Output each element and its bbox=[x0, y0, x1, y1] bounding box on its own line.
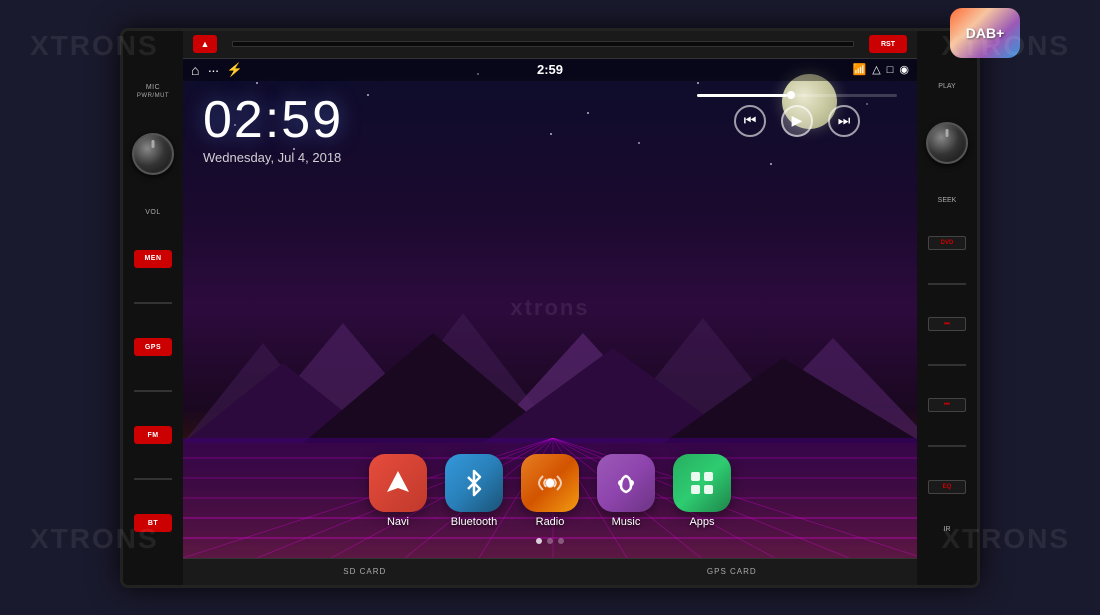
car-stereo-unit: ▲ RST MIC PWR/MUT VOL MEN GPS FM BT PLAY… bbox=[120, 28, 980, 588]
fast-forward-button[interactable]: ⏭ bbox=[828, 105, 860, 137]
ir-label: IR bbox=[944, 526, 951, 533]
screen-area: ⌂ ··· ⚡ 2:59 📶 △ □ ◉ 02:59 Wednesday, Ju… bbox=[183, 59, 917, 558]
divider bbox=[134, 302, 172, 304]
music-widget: ⏮ ▶ ⏭ bbox=[697, 94, 897, 137]
progress-bar bbox=[697, 94, 897, 97]
divider3 bbox=[134, 478, 172, 480]
eq-button[interactable]: EQ bbox=[928, 480, 966, 494]
navi-icon bbox=[369, 454, 427, 512]
wifi-icon: 📶 bbox=[853, 63, 867, 76]
play-label: PLAY bbox=[938, 83, 955, 90]
status-bar: ⌂ ··· ⚡ 2:59 📶 △ □ ◉ bbox=[183, 59, 917, 81]
status-left: ⌂ ··· ⚡ bbox=[191, 62, 243, 78]
fm-button[interactable]: FM bbox=[134, 426, 172, 444]
cd-slot bbox=[232, 41, 854, 47]
seek-label: SEEK bbox=[938, 197, 957, 204]
bt-button[interactable]: BT bbox=[134, 514, 172, 532]
r-divider bbox=[928, 283, 966, 285]
seek-knob[interactable] bbox=[926, 122, 968, 164]
progress-dot bbox=[787, 91, 795, 99]
music-label: Music bbox=[612, 516, 641, 528]
dot-1 bbox=[536, 538, 542, 544]
left-controls: MIC PWR/MUT VOL MEN GPS FM BT bbox=[123, 59, 183, 558]
bottom-strip: SD CARD GPS CARD bbox=[183, 558, 917, 585]
right-controls: PLAY SEEK DVD ⏭ ⏮ EQ IR bbox=[917, 59, 977, 558]
apps-app[interactable]: Apps bbox=[673, 454, 731, 528]
progress-fill bbox=[697, 94, 787, 97]
dvd-button[interactable]: DVD bbox=[928, 236, 966, 250]
vol-label: VOL bbox=[145, 209, 161, 216]
navi-app[interactable]: Navi bbox=[369, 454, 427, 528]
android-screen: ⌂ ··· ⚡ 2:59 📶 △ □ ◉ 02:59 Wednesday, Ju… bbox=[183, 59, 917, 558]
radio-app[interactable]: Radio bbox=[521, 454, 579, 528]
app-icons: Navi Bluetooth bbox=[183, 454, 917, 528]
apps-icon bbox=[673, 454, 731, 512]
r-divider3 bbox=[928, 445, 966, 447]
eject-button-top[interactable]: ▲ bbox=[193, 35, 217, 53]
square-icon: □ bbox=[887, 64, 894, 76]
dot-3 bbox=[558, 538, 564, 544]
status-right: 📶 △ □ ◉ bbox=[853, 63, 909, 76]
dab-badge: DAB+ bbox=[950, 8, 1020, 58]
skip-prev-button[interactable]: ⏮ bbox=[928, 398, 966, 412]
bluetooth-icon bbox=[445, 454, 503, 512]
music-progress bbox=[697, 94, 897, 97]
status-time: 2:59 bbox=[537, 62, 563, 77]
rewind-button[interactable]: ⏮ bbox=[734, 105, 766, 137]
rst-button[interactable]: RST bbox=[869, 35, 907, 53]
clock-time: 02:59 bbox=[203, 94, 343, 146]
bluetooth-label: Bluetooth bbox=[451, 516, 497, 528]
clock-widget: 02:59 Wednesday, Jul 4, 2018 bbox=[203, 94, 343, 165]
usb-icon: ⚡ bbox=[226, 62, 242, 78]
r-divider2 bbox=[928, 364, 966, 366]
bluetooth-app[interactable]: Bluetooth bbox=[445, 454, 503, 528]
skip-next-button[interactable]: ⏭ bbox=[928, 317, 966, 331]
music-controls: ⏮ ▶ ⏭ bbox=[697, 105, 897, 137]
play-pause-button[interactable]: ▶ bbox=[781, 105, 813, 137]
top-strip: ▲ RST bbox=[183, 31, 917, 59]
gps-button[interactable]: GPS bbox=[134, 338, 172, 356]
triangle-icon: △ bbox=[872, 63, 880, 76]
men-button[interactable]: MEN bbox=[134, 250, 172, 268]
mountains bbox=[183, 283, 917, 443]
volume-knob[interactable] bbox=[132, 133, 174, 175]
gps-card-button[interactable]: GPS CARD bbox=[707, 567, 757, 576]
mic-label: MIC bbox=[146, 84, 160, 91]
sd-card-button[interactable]: SD CARD bbox=[343, 567, 386, 576]
navi-label: Navi bbox=[387, 516, 409, 528]
radio-icon bbox=[521, 454, 579, 512]
apps-label: Apps bbox=[689, 516, 714, 528]
home-icon[interactable]: ⌂ bbox=[191, 62, 199, 78]
divider2 bbox=[134, 390, 172, 392]
radio-label: Radio bbox=[536, 516, 565, 528]
clock-date: Wednesday, Jul 4, 2018 bbox=[203, 150, 343, 165]
android-icon: ◉ bbox=[899, 63, 909, 76]
page-indicator bbox=[536, 538, 564, 544]
pwr-mut-label: PWR/MUT bbox=[137, 93, 169, 99]
dot-2 bbox=[547, 538, 553, 544]
music-icon bbox=[597, 454, 655, 512]
menu-icon[interactable]: ··· bbox=[207, 62, 218, 78]
music-app[interactable]: Music bbox=[597, 454, 655, 528]
